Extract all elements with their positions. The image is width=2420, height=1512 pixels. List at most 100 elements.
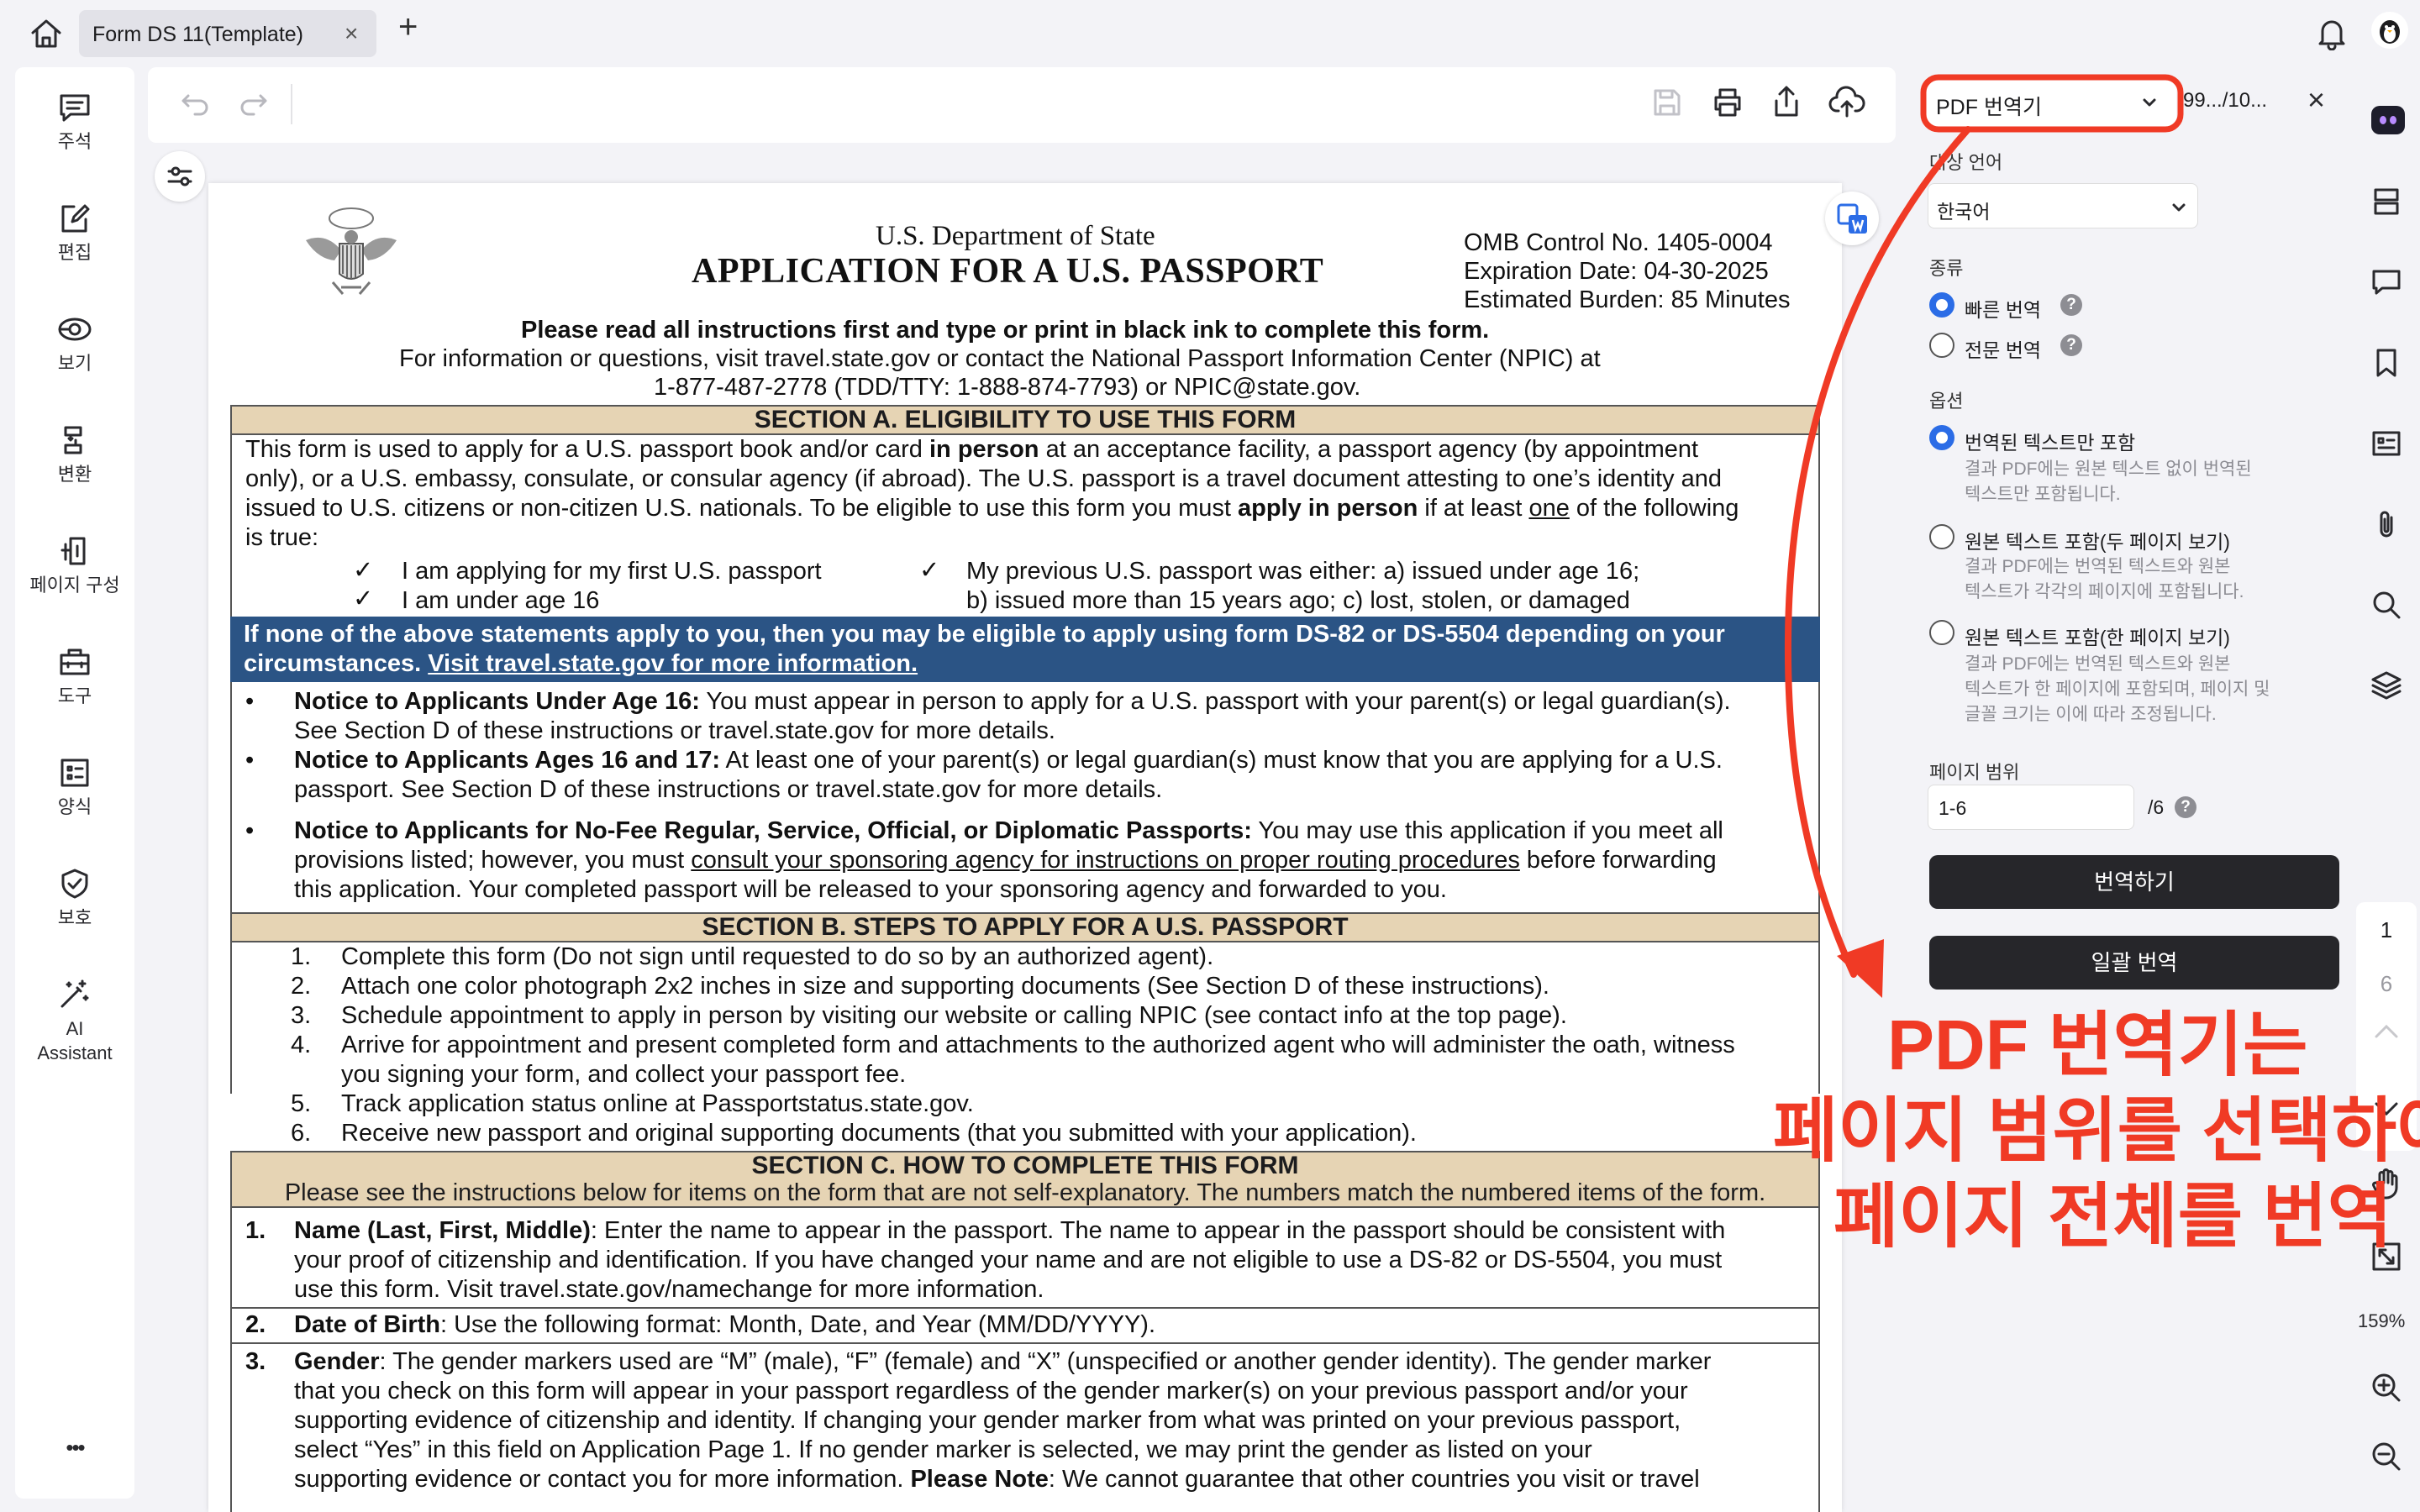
help-icon[interactable]: ? — [2060, 334, 2082, 356]
item-number: 3. — [245, 1348, 266, 1375]
batch-translate-button[interactable]: 일괄 번역 — [1929, 936, 2339, 990]
sidebar-item-form[interactable]: 양식 — [15, 756, 134, 819]
sidebar-item-label: AI Assistant — [37, 1018, 113, 1063]
toolbar-divider — [291, 84, 292, 124]
step-number: 6. — [291, 1120, 312, 1147]
chevron-down-icon — [2172, 203, 2186, 212]
tool-select[interactable]: PDF 번역기 — [1924, 79, 2176, 128]
option-label: 번역된 텍스트만 포함 — [1965, 432, 2136, 454]
notice-16-17: Notice to Applicants Ages 16 and 17: At … — [294, 747, 1723, 774]
radio-translated-only[interactable] — [1929, 425, 1954, 450]
sidebar-item-view[interactable]: 보기 — [15, 312, 134, 375]
ai-robot-icon[interactable] — [2371, 106, 2405, 134]
section-a-text: issued to U.S. citizens or non-citizen U… — [245, 495, 1739, 522]
zoom-in-icon[interactable] — [2370, 1371, 2403, 1404]
dept-name: U.S. Department of State — [876, 221, 1155, 251]
sidebar-item-edit[interactable]: 편집 — [15, 202, 134, 265]
bullet: • — [245, 688, 255, 715]
translate-button[interactable]: 번역하기 — [1929, 855, 2339, 909]
notice-under-16: Notice to Applicants Under Age 16: You m… — [294, 688, 1731, 715]
annotation-text: PDF 번역기는 — [1887, 1005, 2308, 1084]
bullet: • — [245, 817, 255, 844]
notice-no-fee: provisions listed; however, you must con… — [294, 847, 1717, 874]
step-text: Attach one color photograph 2x2 inches i… — [341, 973, 1549, 1000]
protect-icon — [61, 869, 88, 899]
attachment-icon[interactable] — [2370, 507, 2403, 541]
user-avatar[interactable] — [2371, 12, 2408, 49]
cloud-upload-icon[interactable] — [1828, 86, 1865, 119]
comments-panel-icon[interactable] — [2370, 265, 2403, 299]
item-gender: supporting evidence of citizenship and i… — [294, 1407, 1681, 1434]
sidebar-item-convert[interactable]: 변환 — [15, 423, 134, 486]
state-department-seal — [301, 207, 402, 301]
thumbnails-icon[interactable] — [2370, 185, 2403, 218]
radio-original-one-page[interactable] — [1929, 620, 1954, 645]
row-divider — [230, 1342, 1820, 1344]
tab-close-button[interactable]: × — [345, 20, 358, 47]
sidebar-item-protect[interactable]: 보호 — [15, 867, 134, 930]
annotation-text: 페이지 전체를 번역 — [1833, 1177, 2392, 1256]
page-range-input[interactable]: 1-6 — [1928, 785, 2134, 830]
step-number: 2. — [291, 973, 312, 1000]
step-text: Arrive for appointment and present compl… — [341, 1032, 1735, 1058]
table-border — [1818, 405, 1820, 1094]
zoom-level[interactable]: 159% — [2358, 1310, 2405, 1332]
annotation-text: 페이지 범위를 선택하여 — [1773, 1091, 2420, 1170]
form-fields-icon[interactable] — [2370, 427, 2403, 460]
sidebar-item-label: 주석 — [57, 131, 92, 152]
step-text: you signing your form, and collect your … — [341, 1061, 907, 1088]
document-tab[interactable]: Form DS 11(Template) × — [79, 10, 376, 57]
bullet: • — [245, 747, 255, 774]
sidebar-item-label: 도구 — [57, 685, 92, 706]
sidebar-item-ai-assistant[interactable]: AI Assistant — [15, 978, 134, 1065]
view-icon — [58, 318, 92, 341]
home-icon[interactable] — [29, 17, 64, 50]
sidebar-item-tools[interactable]: 도구 — [15, 645, 134, 708]
option-label: 원본 텍스트 포함(두 페이지 보기) — [1965, 531, 2230, 553]
section-a-text: only), or a U.S. embassy, consulate, or … — [245, 465, 1723, 492]
zoom-out-icon[interactable] — [2370, 1440, 2403, 1473]
sidebar-item-page-organize[interactable]: 페이지 구성 — [15, 534, 134, 597]
undo-icon[interactable] — [178, 86, 212, 119]
page-organize-icon — [60, 537, 86, 565]
sidebar-item-label: 보기 — [57, 353, 92, 374]
current-page[interactable]: 1 — [2356, 917, 2417, 943]
layers-icon[interactable] — [2370, 669, 2403, 702]
help-icon[interactable]: ? — [2060, 294, 2082, 316]
page-range-total: /6 — [2148, 796, 2165, 818]
sidebar-item-label: 양식 — [57, 796, 92, 817]
left-sidebar: 주석 편집 보기 변환 페이지 구성 도구 양식 보호 AI Assistant… — [15, 67, 134, 1499]
chevron-down-icon — [2143, 98, 2156, 107]
more-button[interactable]: ••• — [15, 1435, 134, 1461]
sidebar-item-label: 변환 — [57, 464, 92, 485]
redo-icon[interactable] — [237, 86, 271, 119]
translate-floating-button[interactable] — [1825, 192, 1879, 245]
previous-page-icon[interactable] — [2370, 1020, 2403, 1045]
eligibility-item: b) issued more than 15 years ago; c) los… — [966, 587, 1630, 614]
section-a-text: This form is used to apply for a U.S. pa… — [245, 436, 1699, 463]
step-number: 5. — [291, 1090, 312, 1117]
section-a-text: is true: — [245, 524, 319, 551]
item-dob: Date of Birth: Use the following format:… — [294, 1311, 1156, 1338]
item-name: Name (Last, First, Middle): Enter the na… — [294, 1217, 1726, 1244]
bookmark-icon[interactable] — [2370, 346, 2403, 380]
display-settings-button[interactable] — [155, 151, 205, 202]
target-language-select[interactable]: 한국어 — [1928, 183, 2198, 228]
print-icon[interactable] — [1711, 86, 1744, 119]
search-icon[interactable] — [2370, 588, 2403, 622]
new-tab-button[interactable]: + — [398, 8, 418, 46]
notification-bell-icon[interactable] — [2316, 17, 2348, 50]
panel-close-button[interactable]: × — [2307, 82, 2325, 118]
table-border — [230, 1208, 232, 1512]
radio-pro-translate[interactable] — [1929, 333, 1954, 358]
help-icon[interactable]: ? — [2175, 796, 2196, 818]
radio-original-two-page[interactable] — [1929, 524, 1954, 549]
sidebar-item-comment[interactable]: 주석 — [15, 91, 134, 154]
share-upload-icon[interactable] — [1770, 84, 1803, 119]
travel-state-gov-link[interactable]: Visit travel.state.gov for more informat… — [428, 650, 918, 677]
step-number: 1. — [291, 943, 312, 970]
options-label: 옵션 — [1929, 391, 1964, 412]
radio-quick-translate[interactable] — [1929, 292, 1954, 318]
save-icon[interactable] — [1650, 86, 1684, 119]
table-border — [230, 405, 232, 1094]
